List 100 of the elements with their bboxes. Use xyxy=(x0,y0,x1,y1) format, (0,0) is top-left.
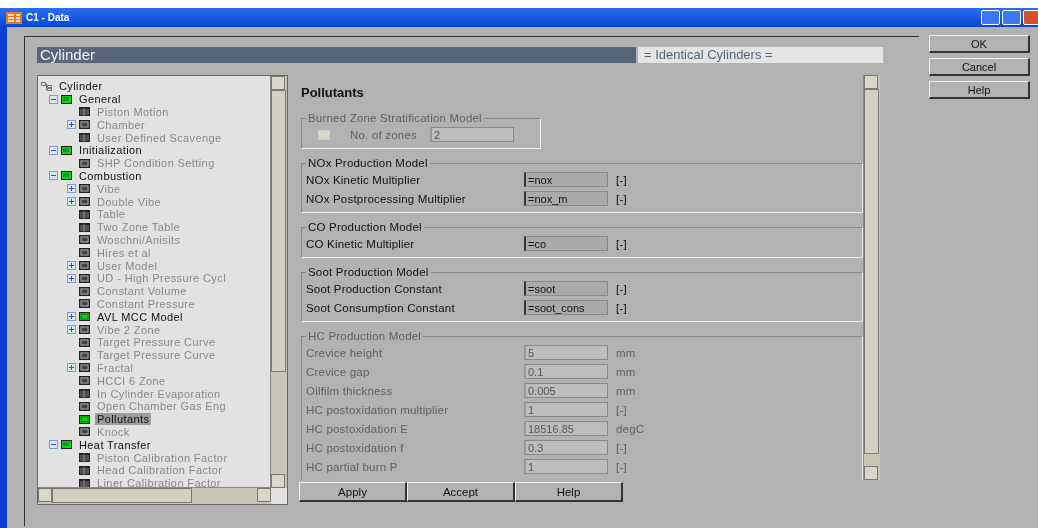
section-title: Cylinder xyxy=(37,47,636,63)
tree-item[interactable]: Chamber xyxy=(95,118,148,131)
tree-item[interactable]: Constant Pressure xyxy=(95,297,197,310)
field-label: Soot Production Constant xyxy=(306,282,443,295)
group-title: Soot Production Model xyxy=(307,266,430,278)
tree-item[interactable]: SHP Condition Setting xyxy=(95,157,217,170)
tree-item[interactable]: Cylinder xyxy=(57,80,105,93)
dialog-button[interactable]: Help xyxy=(929,81,1030,99)
folder-icon xyxy=(61,440,72,450)
form-button[interactable]: Help xyxy=(515,482,623,502)
form-icon xyxy=(79,363,90,373)
input-field[interactable]: =soot_cons xyxy=(524,300,608,315)
tree-item[interactable]: General xyxy=(77,93,123,106)
tree-item[interactable]: Constant Volume xyxy=(95,285,189,298)
tree-item[interactable]: Head Calibration Factor xyxy=(95,464,225,477)
tree-item[interactable]: HCCI 6 Zone xyxy=(95,374,168,387)
scrollbar[interactable] xyxy=(863,75,880,480)
form-icon xyxy=(79,325,90,335)
expand-icon[interactable] xyxy=(67,273,76,283)
tree-item[interactable]: Heat Transfer xyxy=(77,438,153,451)
tree-item[interactable]: User Defined Scavenge xyxy=(95,131,224,144)
tree-item[interactable]: User Model xyxy=(95,259,160,272)
field-label: Oilfilm thickness xyxy=(306,384,394,397)
tree-item[interactable]: Two Zone Table xyxy=(95,221,183,234)
input-field[interactable]: =nox xyxy=(524,172,608,187)
field-label: Soot Consumption Constant xyxy=(306,301,456,314)
tree-item[interactable]: Fractal xyxy=(95,361,136,374)
unit-label: mm xyxy=(616,346,636,359)
minimize-button[interactable] xyxy=(981,10,1000,25)
table-icon xyxy=(79,389,90,398)
scrollbar[interactable] xyxy=(270,76,287,488)
dialog-button[interactable]: OK xyxy=(929,35,1030,53)
expand-icon[interactable] xyxy=(67,312,76,322)
table-icon xyxy=(79,453,90,462)
tree-item[interactable]: Target Pressure Curve xyxy=(95,349,218,362)
scrollbar[interactable] xyxy=(38,487,271,504)
tree-item[interactable]: UD - High Pressure Cycl xyxy=(95,272,228,285)
tree-item[interactable]: Piston Calibration Factor xyxy=(95,451,230,464)
table-icon xyxy=(79,209,90,219)
tree-item[interactable]: Initialization xyxy=(77,144,145,157)
form-icon xyxy=(79,414,90,424)
input-field[interactable]: =co xyxy=(524,236,608,251)
collapse-icon[interactable] xyxy=(49,94,58,104)
field-label: HC postoxidation E xyxy=(306,422,410,435)
group-title: CO Production Model xyxy=(307,221,423,233)
folder-icon xyxy=(61,171,72,181)
maximize-button[interactable] xyxy=(1002,10,1021,25)
tree-item[interactable]: Double Vibe xyxy=(95,195,164,208)
tree-item[interactable]: Combustion xyxy=(77,169,144,182)
unit-label: [-] xyxy=(616,403,627,416)
tree-item[interactable]: Target Pressure Curve xyxy=(95,336,218,349)
tree-item[interactable]: In Cylinder Evaporation xyxy=(95,387,223,400)
collapse-icon[interactable] xyxy=(49,171,58,181)
table-icon xyxy=(79,465,90,475)
expand-icon[interactable] xyxy=(67,363,76,373)
tree-item[interactable]: Liner Calibration Factor xyxy=(95,477,223,488)
expand-icon[interactable] xyxy=(67,120,76,130)
tree-item[interactable]: Pollutants xyxy=(95,413,152,426)
collapse-icon[interactable] xyxy=(49,145,58,155)
input-field[interactable]: =nox_m xyxy=(524,191,608,206)
folder-icon xyxy=(61,94,72,104)
tree-item[interactable]: Vibe xyxy=(95,182,123,195)
form-icon xyxy=(79,376,90,386)
table-icon xyxy=(79,107,90,117)
tree-item[interactable]: Open Chamber Gas Eng xyxy=(95,400,229,413)
dialog-button[interactable]: Cancel xyxy=(929,58,1030,76)
unit-label: [-] xyxy=(616,301,627,314)
unit-label: [-] xyxy=(616,441,627,454)
form-icon xyxy=(79,248,90,258)
field-label: HC postoxidation multiplier xyxy=(306,403,450,416)
close-button[interactable] xyxy=(1023,10,1038,25)
form-icon xyxy=(79,286,90,296)
tree-root-icon xyxy=(41,81,52,91)
form-icon xyxy=(79,401,90,411)
expand-icon[interactable] xyxy=(67,184,76,194)
form-icon xyxy=(79,350,90,360)
expand-icon[interactable] xyxy=(67,197,76,207)
tree-item[interactable]: Woschni/Anisits xyxy=(95,233,183,246)
form-icon xyxy=(79,337,90,347)
field-label: CO Kinetic Multiplier xyxy=(306,237,416,250)
unit-label: [-] xyxy=(616,237,627,250)
expand-icon[interactable] xyxy=(67,325,76,335)
expand-icon[interactable] xyxy=(67,261,76,271)
field-label: HC postoxidation f xyxy=(306,441,405,454)
tree-item[interactable]: Vibe 2 Zone xyxy=(95,323,163,336)
folder-icon xyxy=(61,145,72,155)
collapse-icon[interactable] xyxy=(49,440,58,450)
unit-label: degC xyxy=(616,422,645,435)
table-icon xyxy=(79,133,90,143)
form-button[interactable]: Accept xyxy=(407,482,515,502)
field-label: NOx Kinetic Multiplier xyxy=(306,173,422,186)
tree-item[interactable]: Hires et al xyxy=(95,246,153,259)
form-icon xyxy=(79,273,90,283)
tree-item[interactable]: Piston Motion xyxy=(95,106,171,118)
tree-item[interactable]: Knock xyxy=(95,425,132,438)
form-button[interactable]: Apply xyxy=(299,482,407,502)
tree-item[interactable]: AVL MCC Model xyxy=(95,310,185,323)
input-field[interactable]: =soot xyxy=(524,281,608,296)
group-title: NOx Production Model xyxy=(307,157,429,169)
tree-item[interactable]: Table xyxy=(95,208,128,221)
